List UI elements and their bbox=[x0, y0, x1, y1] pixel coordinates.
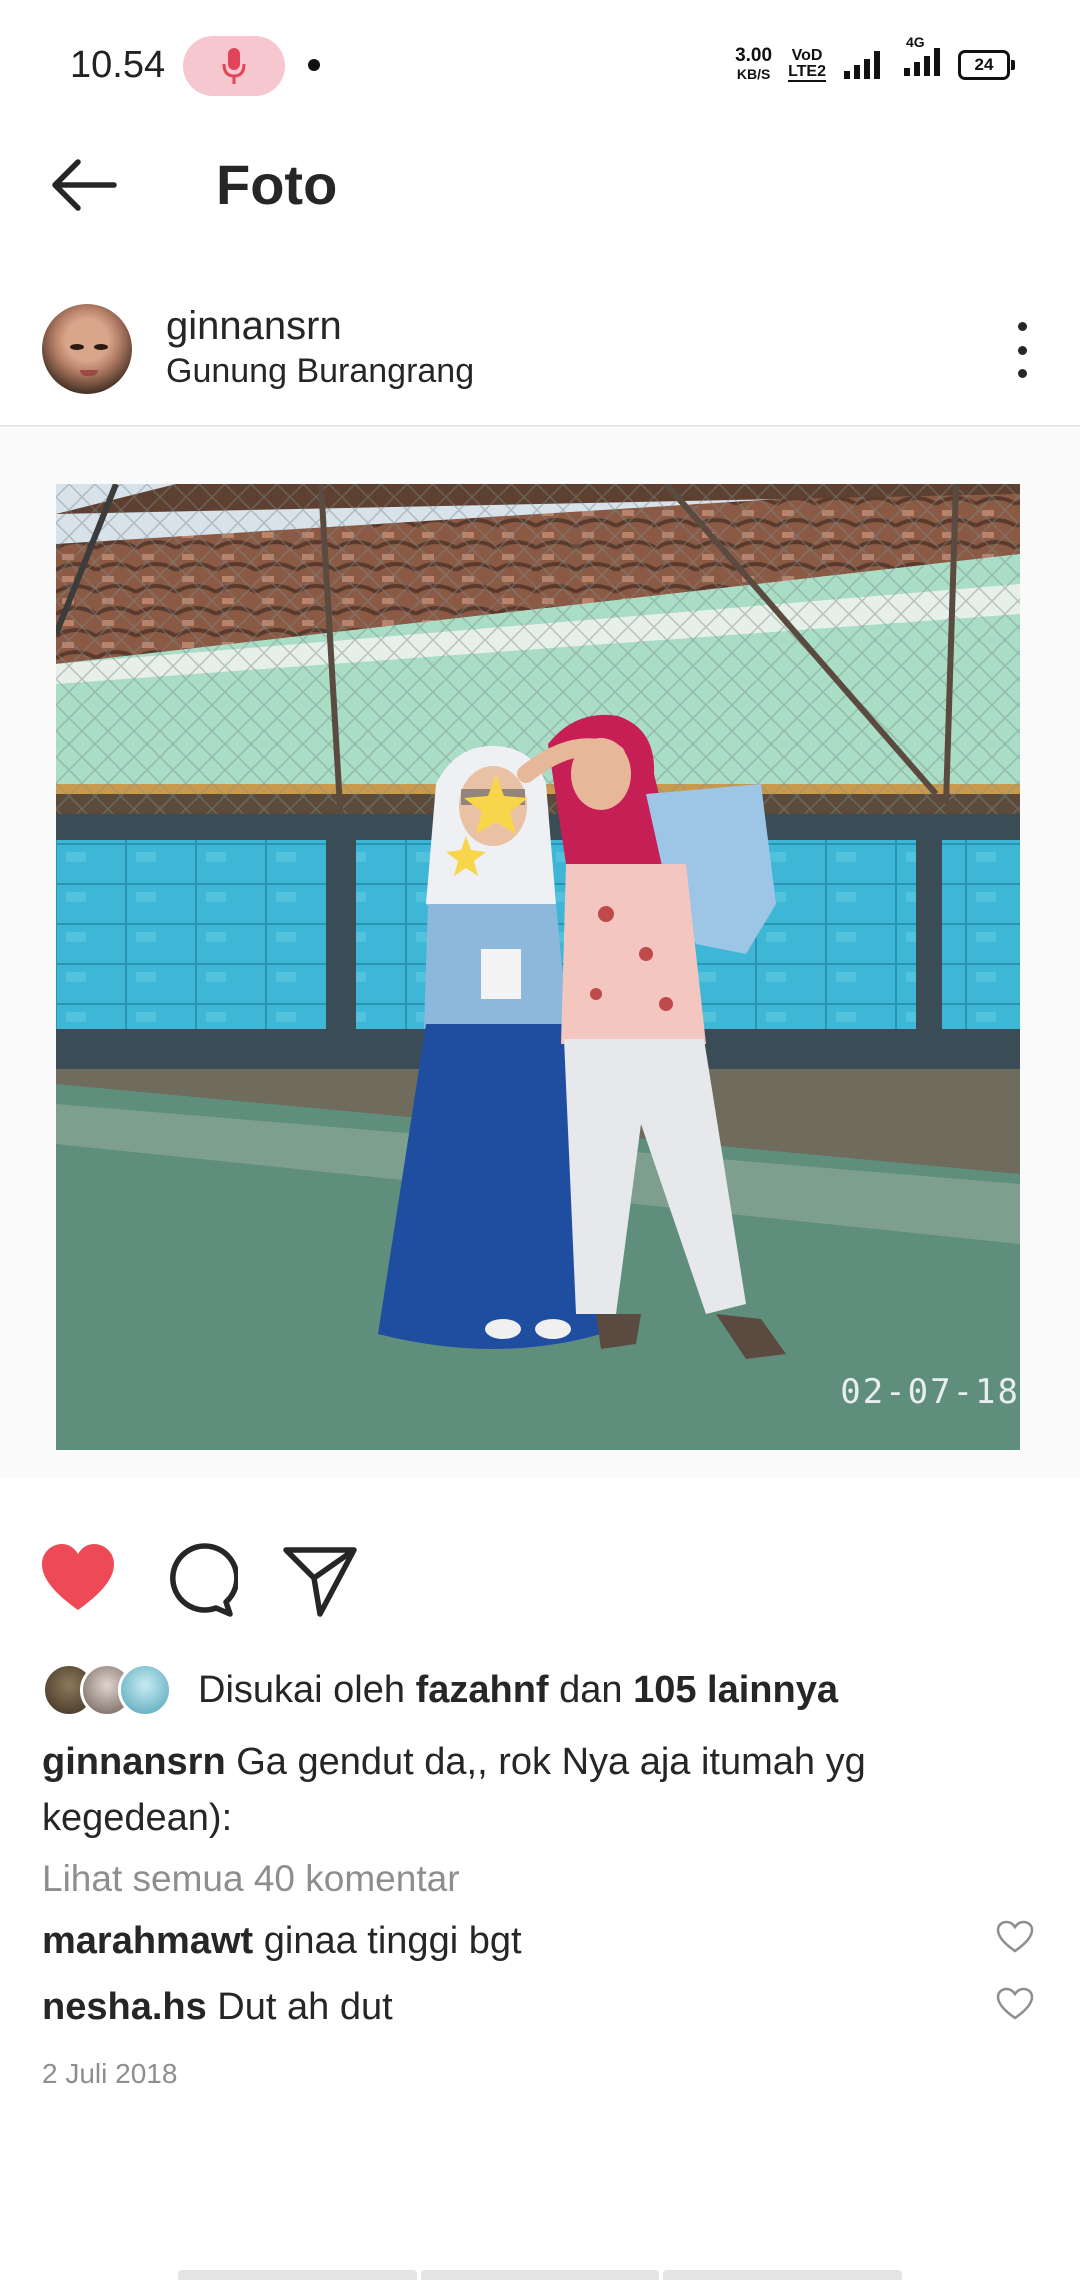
battery-indicator: 24 bbox=[958, 49, 1015, 80]
comment-like-button[interactable] bbox=[996, 1987, 1034, 2021]
likes-prefix: Disukai oleh bbox=[198, 1668, 405, 1711]
likes-user[interactable]: fazahnf bbox=[416, 1669, 549, 1711]
post-actions bbox=[0, 1540, 1080, 1630]
network-type: 4G bbox=[906, 34, 925, 50]
avatar-mouth bbox=[80, 370, 98, 376]
mic-indicator[interactable] bbox=[183, 36, 285, 96]
more-dot-icon bbox=[1017, 322, 1027, 331]
network-speed: 3.00 KB/S bbox=[735, 44, 773, 83]
speed-unit: KB/S bbox=[736, 65, 771, 82]
likes-text: Disukai oleh fazahnf dan 105 lainnya bbox=[198, 1669, 838, 1712]
notification-dot bbox=[308, 59, 320, 71]
avatar-eye bbox=[70, 344, 84, 350]
status-time: 10.54 bbox=[70, 44, 166, 86]
post-header: ginnansrn Gunung Burangrang bbox=[0, 280, 1080, 427]
view-all-comments-link[interactable]: Lihat semua 40 komentar bbox=[42, 1858, 460, 1900]
comment-text: ginaa tinggi bgt bbox=[263, 1920, 522, 1962]
arrow-left-icon bbox=[52, 159, 117, 211]
likes-summary[interactable]: Disukai oleh fazahnf dan 105 lainnya bbox=[42, 1660, 838, 1720]
comment-like-button[interactable] bbox=[996, 1920, 1034, 1954]
comment-item: marahmawt ginaa tinggi bgt bbox=[42, 1920, 522, 1963]
volte-indicator: VoD LTE2 bbox=[788, 46, 826, 82]
caption-username[interactable]: ginnansrn bbox=[42, 1741, 226, 1783]
heart-outline-icon bbox=[996, 1920, 1034, 1953]
more-dot-icon bbox=[1017, 369, 1027, 378]
likes-others[interactable]: 105 lainnya bbox=[633, 1669, 838, 1711]
volte-top: VoD bbox=[791, 46, 823, 64]
comment-username[interactable]: nesha.hs bbox=[42, 1986, 207, 2028]
comment-username[interactable]: marahmawt bbox=[42, 1920, 253, 1962]
post-media[interactable]: 02-07-18 bbox=[0, 428, 1080, 1478]
signal-icon bbox=[844, 50, 880, 79]
comment-text: Dut ah dut bbox=[217, 1986, 393, 2028]
post-username[interactable]: ginnansrn bbox=[166, 304, 342, 349]
back-button[interactable] bbox=[48, 156, 120, 214]
status-icons: 3.00 KB/S VoD LTE2 4G 24 bbox=[735, 34, 1015, 83]
status-bar: 10.54 3.00 KB/S VoD LTE2 4G 24 bbox=[0, 0, 1080, 130]
heart-filled-icon bbox=[42, 1544, 114, 1610]
post-photo[interactable]: 02-07-18 bbox=[56, 484, 1020, 1450]
bottom-nav-hint bbox=[178, 2270, 903, 2280]
more-options-button[interactable] bbox=[1012, 322, 1032, 378]
like-button[interactable] bbox=[38, 1540, 118, 1620]
signal-4g-icon bbox=[904, 48, 940, 76]
comment-icon bbox=[170, 1543, 240, 1617]
signal-4g: 4G bbox=[898, 34, 942, 83]
post-caption: ginnansrn Ga gendut da,, rok Nya aja itu… bbox=[42, 1734, 1022, 1846]
post-location[interactable]: Gunung Burangrang bbox=[166, 352, 474, 391]
speed-value: 3.00 bbox=[735, 44, 773, 66]
bottom-bar-segment bbox=[420, 2270, 660, 2280]
bottom-bar-segment bbox=[178, 2270, 417, 2280]
top-app-bar: Foto bbox=[0, 130, 1080, 240]
comment-item: nesha.hs Dut ah dut bbox=[42, 1986, 393, 2029]
likes-connector: dan bbox=[559, 1668, 623, 1711]
avatar[interactable] bbox=[42, 304, 132, 394]
microphone-icon bbox=[222, 48, 246, 84]
page-title: Foto bbox=[216, 153, 338, 216]
bottom-bar-segment bbox=[663, 2270, 903, 2280]
more-dot-icon bbox=[1017, 345, 1027, 355]
volte-bottom: LTE2 bbox=[788, 62, 826, 80]
heart-outline-icon bbox=[996, 1987, 1034, 2020]
share-button[interactable] bbox=[280, 1540, 360, 1620]
liker-avatar bbox=[118, 1663, 172, 1717]
photo-scene bbox=[56, 484, 1020, 1450]
photo-date-stamp: 02-07-18 bbox=[840, 1372, 1020, 1412]
send-icon bbox=[283, 1547, 357, 1617]
avatar-eye bbox=[94, 344, 108, 350]
post-date: 2 Juli 2018 bbox=[42, 2058, 178, 2089]
comment-button[interactable] bbox=[158, 1540, 240, 1620]
